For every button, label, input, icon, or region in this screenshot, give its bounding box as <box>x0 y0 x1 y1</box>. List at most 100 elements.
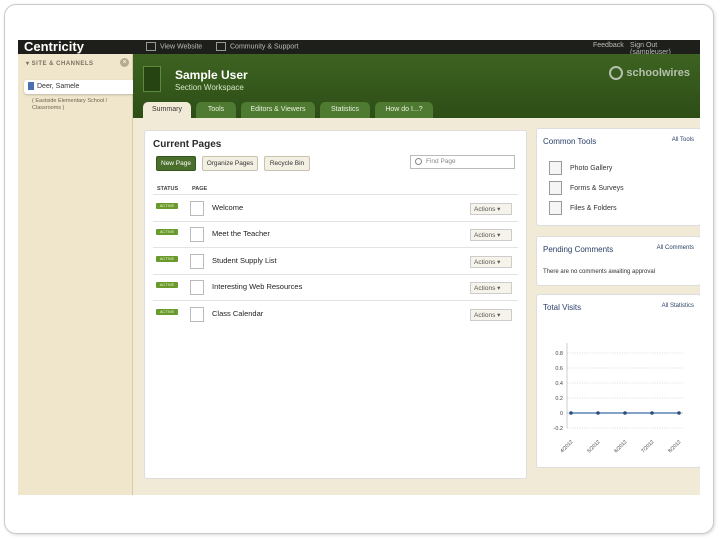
data-point <box>650 411 654 415</box>
sidebar-heading[interactable]: ▾ SITE & CHANNELS <box>26 60 94 67</box>
divider <box>153 221 518 222</box>
all-tools-link[interactable]: All Tools <box>672 137 694 143</box>
panel-title: Current Pages <box>153 139 222 150</box>
view-website-link[interactable]: View Website <box>146 42 202 51</box>
organize-pages-button[interactable]: Organize Pages <box>202 156 258 171</box>
view-website-label: View Website <box>160 43 203 51</box>
page-title-link[interactable]: Student Supply List <box>212 256 277 265</box>
current-pages-panel: Current Pages New Page Organize Pages Re… <box>144 130 527 479</box>
community-support-link[interactable]: Community & Support <box>216 42 298 51</box>
data-point <box>677 411 681 415</box>
column-status: STATUS <box>157 186 179 192</box>
tab-summary[interactable]: Summary <box>143 102 191 118</box>
table-row[interactable]: ACTIVE Class Calendar Actions ▾ <box>153 307 518 333</box>
tool-label: Photo Gallery <box>570 164 613 172</box>
y-tick-label: 0 <box>560 411 563 417</box>
data-point <box>623 411 627 415</box>
column-page: PAGE <box>192 186 208 192</box>
app-window: Centricity View Website Community & Supp… <box>18 40 700 495</box>
new-page-button[interactable]: New Page <box>156 156 196 171</box>
monitor-icon <box>146 42 156 51</box>
page-thumbnail <box>190 254 204 269</box>
actions-dropdown[interactable]: Actions ▾ <box>470 229 512 241</box>
x-tick-label: 8/2012 <box>667 439 682 454</box>
sidebar-item-label: Deer, Samele <box>37 83 80 90</box>
page-title-link[interactable]: Interesting Web Resources <box>212 282 302 291</box>
search-icon <box>415 157 422 165</box>
status-badge: ACTIVE <box>156 282 178 288</box>
logo-ring-icon <box>609 66 624 80</box>
actions-dropdown[interactable]: Actions ▾ <box>470 256 512 268</box>
tab-tools[interactable]: Tools <box>196 102 236 118</box>
page-thumbnail <box>190 227 204 242</box>
table-row[interactable]: ACTIVE Student Supply List Actions ▾ <box>153 254 518 280</box>
pending-comments-title: Pending Comments <box>543 245 614 254</box>
total-visits-panel: Total Visits All Statistics 0.8 0.6 0.4 0.2… <box>536 294 700 468</box>
divider <box>153 194 518 195</box>
y-tick-label: -0.2 <box>554 426 563 432</box>
total-visits-title: Total Visits <box>543 303 582 312</box>
user-name: Sample User <box>175 68 248 82</box>
find-page-input[interactable]: Find Page <box>410 155 515 169</box>
actions-dropdown[interactable]: Actions ▾ <box>470 309 512 321</box>
page-thumbnail <box>190 307 204 322</box>
all-comments-link[interactable]: All Comments <box>657 245 694 251</box>
total-visits-chart: 0.8 0.6 0.4 0.2 0 -0.2 4/2012 5/2012 6/2012 7/201… <box>554 343 683 454</box>
sidebar: ▾ SITE & CHANNELS × Deer, Samele ( Easts… <box>18 54 140 495</box>
common-tools-title: Common Tools <box>543 137 597 146</box>
divider <box>153 247 518 248</box>
page-title-link[interactable]: Welcome <box>212 203 243 212</box>
pending-comments-text: There are no comments awaiting approval <box>543 269 656 275</box>
data-point <box>569 411 573 415</box>
all-statistics-link[interactable]: All Statistics <box>662 303 694 309</box>
page-title-link[interactable]: Meet the Teacher <box>212 229 270 238</box>
form-icon <box>549 181 562 195</box>
x-tick-label: 5/2012 <box>586 439 601 454</box>
schoolwires-logo: schoolwires <box>609 66 690 80</box>
tool-label: Forms & Surveys <box>570 184 624 192</box>
divider <box>153 274 518 275</box>
tool-forms-surveys[interactable]: Forms & Surveys <box>549 181 624 195</box>
x-tick-label: 4/2012 <box>559 439 574 454</box>
table-row[interactable]: ACTIVE Meet the Teacher Actions ▾ <box>153 227 518 253</box>
sidebar-subtext: ( Eastside Elementary School / Classroom… <box>32 98 108 111</box>
x-tick-label: 6/2012 <box>613 439 628 454</box>
folder-icon <box>549 201 562 215</box>
actions-dropdown[interactable]: Actions ▾ <box>470 282 512 294</box>
status-badge: ACTIVE <box>156 256 178 262</box>
tool-photo-gallery[interactable]: Photo Gallery <box>549 161 612 175</box>
page-thumbnail <box>190 280 204 295</box>
community-label: Community & Support <box>230 43 299 51</box>
sidebar-item-selected[interactable]: Deer, Samele <box>24 80 140 94</box>
y-tick-label: 0.4 <box>555 381 563 387</box>
x-tick-label: 7/2012 <box>640 439 655 454</box>
tab-how-do-i[interactable]: How do I...? <box>375 102 433 118</box>
close-icon[interactable]: × <box>120 58 129 67</box>
page-thumbnail <box>190 201 204 216</box>
tool-label: Files & Folders <box>570 204 617 212</box>
page-title-link[interactable]: Class Calendar <box>212 309 263 318</box>
data-point <box>596 411 600 415</box>
status-badge: ACTIVE <box>156 309 178 315</box>
workspace-subtitle: Section Workspace <box>175 83 244 92</box>
table-row[interactable]: ACTIVE Welcome Actions ▾ <box>153 201 518 227</box>
brand-logo: Centricity <box>24 40 84 54</box>
y-tick-label: 0.8 <box>555 351 563 357</box>
common-tools-panel: Common Tools All Tools Photo Gallery For… <box>536 128 700 226</box>
top-bar: Centricity View Website Community & Supp… <box>18 40 700 56</box>
tab-editors-viewers[interactable]: Editors & Viewers <box>241 102 315 118</box>
workspace-icon <box>143 66 161 92</box>
search-placeholder: Find Page <box>426 158 456 165</box>
pending-comments-panel: Pending Comments All Comments There are … <box>536 236 700 286</box>
tab-statistics[interactable]: Statistics <box>320 102 370 118</box>
page-icon <box>28 82 34 91</box>
recycle-bin-button[interactable]: Recycle Bin <box>264 156 310 171</box>
tool-files-folders[interactable]: Files & Folders <box>549 201 617 215</box>
feedback-link[interactable]: Feedback <box>593 42 624 49</box>
actions-dropdown[interactable]: Actions ▾ <box>470 203 512 215</box>
table-row[interactable]: ACTIVE Interesting Web Resources Actions… <box>153 280 518 306</box>
status-badge: ACTIVE <box>156 229 178 235</box>
status-badge: ACTIVE <box>156 203 178 209</box>
support-icon <box>216 42 226 51</box>
workspace-header: Sample User Section Workspace schoolwire… <box>133 54 700 118</box>
